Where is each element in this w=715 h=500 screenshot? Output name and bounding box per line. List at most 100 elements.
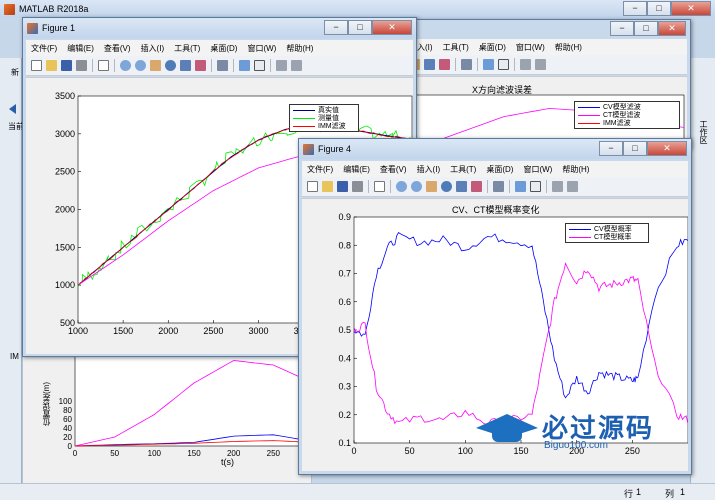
menu-item[interactable]: 桌面(D) <box>474 42 511 53</box>
figure4-controls: − □ ✕ <box>599 141 687 156</box>
figure4-title: Figure 4 <box>318 144 352 154</box>
menu-edit[interactable]: 编辑(E) <box>338 164 375 175</box>
colorbar-icon[interactable] <box>515 181 526 192</box>
figure4-toolbar <box>302 177 688 197</box>
y-tick-label: 0.4 <box>338 353 351 363</box>
pointer-icon[interactable] <box>98 60 109 71</box>
menu-view[interactable]: 查看(V) <box>99 43 136 54</box>
menu-tools[interactable]: 工具(T) <box>445 164 481 175</box>
property-icon[interactable] <box>535 59 546 70</box>
y-tick-label: 0.8 <box>338 240 351 250</box>
hide-tools-icon[interactable] <box>520 59 531 70</box>
zoom-out-icon[interactable] <box>411 181 422 192</box>
close-icon[interactable]: ✕ <box>372 20 412 35</box>
y-tick-label: 100 <box>59 397 73 406</box>
col-label: 列 <box>665 489 675 499</box>
colorbar-icon[interactable] <box>483 59 494 70</box>
pan-icon[interactable] <box>426 181 437 192</box>
menu-view[interactable]: 查看(V) <box>375 164 412 175</box>
menu-help[interactable]: 帮助(H) <box>557 164 594 175</box>
back-arrow-icon[interactable] <box>9 104 16 114</box>
pan-icon[interactable] <box>150 60 161 71</box>
x-tick-label: 3000 <box>249 326 269 336</box>
menu-item[interactable]: 窗口(W) <box>511 42 550 53</box>
hide-tools-icon[interactable] <box>276 60 287 71</box>
y-tick-label: 0 <box>68 442 73 451</box>
property-icon[interactable] <box>291 60 302 71</box>
data-cursor-icon[interactable] <box>180 60 191 71</box>
figure1-toolbar <box>26 56 413 76</box>
legend-icon[interactable] <box>498 59 509 70</box>
save-icon[interactable] <box>61 60 72 71</box>
open-folder-icon[interactable] <box>322 181 333 192</box>
x-tick-label: 1500 <box>113 326 133 336</box>
legend-icon[interactable] <box>530 181 541 192</box>
close-icon[interactable]: ✕ <box>671 1 711 16</box>
maximize-icon[interactable]: □ <box>348 20 372 35</box>
data-cursor-icon[interactable] <box>456 181 467 192</box>
close-icon[interactable]: ✕ <box>647 141 687 156</box>
maximize-icon[interactable]: □ <box>623 141 647 156</box>
y-tick-label: 60 <box>63 415 72 424</box>
print-icon[interactable] <box>76 60 87 71</box>
menu-window[interactable]: 窗口(W) <box>242 43 281 54</box>
minimize-icon[interactable]: − <box>623 1 647 16</box>
close-icon[interactable]: ✕ <box>658 21 686 36</box>
menu-insert[interactable]: 插入(I) <box>412 164 446 175</box>
y-tick-label: 500 <box>60 318 75 328</box>
minimize-icon[interactable]: − <box>599 141 623 156</box>
zoom-in-icon[interactable] <box>120 60 131 71</box>
legend-ct-prob-label: CT模型概率 <box>594 234 632 241</box>
new-file-icon[interactable] <box>307 181 318 192</box>
menu-edit[interactable]: 编辑(E) <box>62 43 99 54</box>
new-file-icon[interactable] <box>31 60 42 71</box>
save-icon[interactable] <box>337 181 348 192</box>
y-tick-label: 0.6 <box>338 297 351 307</box>
rotate-icon[interactable] <box>165 60 176 71</box>
new-label: 新 <box>11 68 19 77</box>
rotate-icon[interactable] <box>441 181 452 192</box>
zoom-out-icon[interactable] <box>135 60 146 71</box>
menu-insert[interactable]: 插入(I) <box>136 43 170 54</box>
colorbar-icon[interactable] <box>239 60 250 71</box>
menu-desktop[interactable]: 桌面(D) <box>205 43 242 54</box>
link-icon[interactable] <box>217 60 228 71</box>
y-tick-label: 0.3 <box>338 382 351 392</box>
brush-icon[interactable] <box>439 59 450 70</box>
row-value: 1 <box>636 487 642 497</box>
y-tick-label: 80 <box>63 406 72 415</box>
property-icon[interactable] <box>567 181 578 192</box>
status-bar: 行 1 列 1 <box>0 483 715 500</box>
legend-icon[interactable] <box>254 60 265 71</box>
minimize-icon[interactable]: − <box>610 21 634 36</box>
menu-file[interactable]: 文件(F) <box>302 164 338 175</box>
open-folder-icon[interactable] <box>46 60 57 71</box>
menu-window[interactable]: 窗口(W) <box>518 164 557 175</box>
maximize-icon[interactable]: □ <box>647 1 671 16</box>
link-icon[interactable] <box>493 181 504 192</box>
link-icon[interactable] <box>461 59 472 70</box>
menu-tools[interactable]: 工具(T) <box>169 43 205 54</box>
pointer-icon[interactable] <box>374 181 385 192</box>
brush-icon[interactable] <box>471 181 482 192</box>
data-cursor-icon[interactable] <box>424 59 435 70</box>
minimize-icon[interactable]: − <box>324 20 348 35</box>
figure-icon <box>303 143 314 155</box>
watermark: 必过源码 Biguo100.com <box>476 402 676 452</box>
menu-desktop[interactable]: 桌面(D) <box>481 164 518 175</box>
brush-icon[interactable] <box>195 60 206 71</box>
figure4-legend: CV模型概率 CT模型概率 <box>565 223 649 243</box>
y-tick-label: 1500 <box>55 242 75 252</box>
y-tick-label: 3500 <box>55 91 75 101</box>
menu-item[interactable]: 帮助(H) <box>550 42 587 53</box>
hide-tools-icon[interactable] <box>552 181 563 192</box>
x-tick-label: 2500 <box>203 326 223 336</box>
zoom-in-icon[interactable] <box>396 181 407 192</box>
menu-help[interactable]: 帮助(H) <box>281 43 318 54</box>
figure-bg-toolbar <box>404 55 687 75</box>
maximize-icon[interactable]: □ <box>634 21 658 36</box>
menu-item[interactable]: 工具(T) <box>438 42 474 53</box>
x-tick-label: 50 <box>110 449 119 458</box>
print-icon[interactable] <box>352 181 363 192</box>
menu-file[interactable]: 文件(F) <box>26 43 62 54</box>
